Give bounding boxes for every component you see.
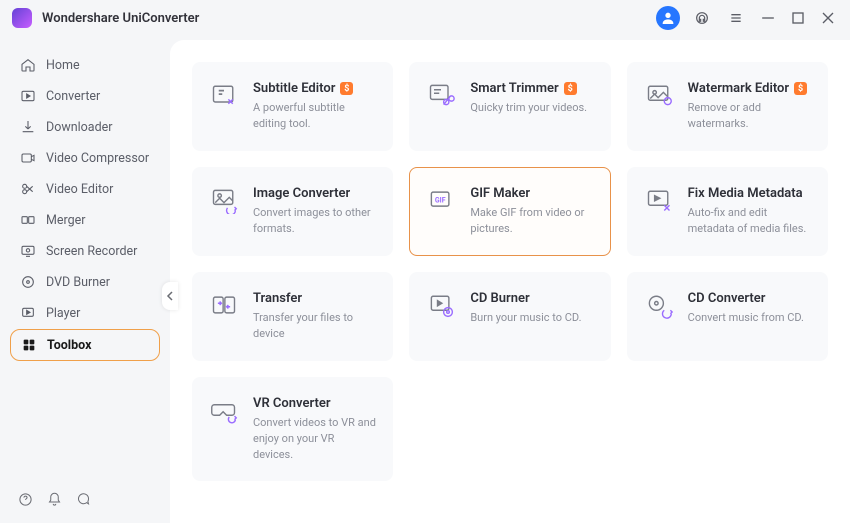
maximize-button[interactable] bbox=[788, 8, 808, 28]
premium-badge: $ bbox=[340, 82, 353, 95]
tool-title: GIF Maker bbox=[470, 186, 530, 201]
cd-converter-icon bbox=[644, 291, 674, 321]
tool-desc: Auto-fix and edit metadata of media file… bbox=[688, 205, 811, 237]
trimmer-icon bbox=[426, 81, 456, 111]
sidebar-item-label: Video Editor bbox=[46, 182, 113, 197]
feedback-icon[interactable] bbox=[76, 492, 91, 507]
tool-title: Fix Media Metadata bbox=[688, 186, 803, 201]
content-area: Subtitle Editor $ A powerful subtitle edit… bbox=[170, 40, 850, 523]
footer-icons bbox=[10, 486, 160, 513]
help-icon[interactable] bbox=[18, 492, 33, 507]
tool-title: Subtitle Editor bbox=[253, 81, 335, 96]
sidebar-item-label: Player bbox=[46, 306, 80, 321]
sidebar-item-video-editor[interactable]: Video Editor bbox=[10, 174, 160, 204]
tool-card-cd-converter[interactable]: CD Converter Convert music from CD. bbox=[627, 272, 828, 361]
tool-card-vr-converter[interactable]: VR Converter Convert videos to VR and enj… bbox=[192, 377, 393, 482]
sidebar-item-converter[interactable]: Converter bbox=[10, 81, 160, 111]
tool-desc: Convert images to other formats. bbox=[253, 205, 376, 237]
tool-card-watermark-editor[interactable]: Watermark Editor $ Remove or add watermark… bbox=[627, 62, 828, 151]
tool-card-image-converter[interactable]: Image Converter Convert images to other f… bbox=[192, 167, 393, 256]
tool-desc: Burn your music to CD. bbox=[470, 310, 593, 326]
sidebar-item-label: Merger bbox=[46, 213, 86, 228]
tool-desc: Convert music from CD. bbox=[688, 310, 811, 326]
sidebar-item-label: Video Compressor bbox=[46, 151, 149, 166]
subtitle-icon bbox=[209, 81, 239, 111]
sidebar-item-video-compressor[interactable]: Video Compressor bbox=[10, 143, 160, 173]
tool-card-smart-trimmer[interactable]: Smart Trimmer $ Quicky trim your videos. bbox=[409, 62, 610, 151]
tool-card-fix-metadata[interactable]: Fix Media Metadata Auto-fix and edit meta… bbox=[627, 167, 828, 256]
tool-card-subtitle-editor[interactable]: Subtitle Editor $ A powerful subtitle edit… bbox=[192, 62, 393, 151]
sidebar-item-label: Screen Recorder bbox=[46, 244, 137, 259]
tool-desc: Transfer your files to device bbox=[253, 310, 376, 342]
metadata-icon bbox=[644, 186, 674, 216]
menu-icon[interactable] bbox=[724, 6, 748, 30]
tool-title: Smart Trimmer bbox=[470, 81, 558, 96]
watermark-icon bbox=[644, 81, 674, 111]
sidebar-item-downloader[interactable]: Downloader bbox=[10, 112, 160, 142]
sidebar-item-label: Home bbox=[46, 58, 80, 73]
tool-card-cd-burner[interactable]: CD Burner Burn your music to CD. bbox=[409, 272, 610, 361]
sidebar-item-label: Converter bbox=[46, 89, 100, 104]
sidebar-item-home[interactable]: Home bbox=[10, 50, 160, 80]
tool-title: CD Converter bbox=[688, 291, 766, 306]
image-converter-icon bbox=[209, 186, 239, 216]
bell-icon[interactable] bbox=[47, 492, 62, 507]
tool-desc: Quicky trim your videos. bbox=[470, 100, 593, 116]
sidebar-item-screen-recorder[interactable]: Screen Recorder bbox=[10, 236, 160, 266]
tool-desc: Convert videos to VR and enjoy on your V… bbox=[253, 415, 376, 463]
tool-card-transfer[interactable]: Transfer Transfer your files to device bbox=[192, 272, 393, 361]
app-logo bbox=[12, 8, 32, 28]
collapse-sidebar-button[interactable] bbox=[162, 282, 178, 310]
transfer-icon bbox=[209, 291, 239, 321]
sidebar: Home Converter Downloader Video Compress… bbox=[0, 36, 170, 523]
sidebar-item-label: Toolbox bbox=[47, 338, 91, 353]
tool-desc: Remove or add watermarks. bbox=[688, 100, 811, 132]
premium-badge: $ bbox=[564, 82, 577, 95]
app-name: Wondershare UniConverter bbox=[42, 11, 656, 26]
close-button[interactable] bbox=[818, 8, 838, 28]
sidebar-item-label: DVD Burner bbox=[46, 275, 110, 290]
tool-title: Image Converter bbox=[253, 186, 350, 201]
sidebar-item-player[interactable]: Player bbox=[10, 298, 160, 328]
svg-text:GIF: GIF bbox=[435, 197, 446, 205]
tool-title: Transfer bbox=[253, 291, 302, 306]
vr-icon bbox=[209, 396, 239, 426]
sidebar-item-merger[interactable]: Merger bbox=[10, 205, 160, 235]
premium-badge: $ bbox=[794, 82, 807, 95]
tool-title: VR Converter bbox=[253, 396, 331, 411]
tool-title: CD Burner bbox=[470, 291, 529, 306]
sidebar-item-dvd-burner[interactable]: DVD Burner bbox=[10, 267, 160, 297]
cd-burner-icon bbox=[426, 291, 456, 321]
gif-icon: GIF bbox=[426, 186, 456, 216]
sidebar-item-toolbox[interactable]: Toolbox bbox=[10, 329, 160, 361]
minimize-button[interactable] bbox=[758, 8, 778, 28]
tool-card-gif-maker[interactable]: GIF GIF Maker Make GIF from video or pict… bbox=[409, 167, 610, 256]
account-icon[interactable] bbox=[656, 6, 680, 30]
support-icon[interactable] bbox=[690, 6, 714, 30]
tool-title: Watermark Editor bbox=[688, 81, 789, 96]
titlebar: Wondershare UniConverter bbox=[0, 0, 850, 36]
tool-desc: A powerful subtitle editing tool. bbox=[253, 100, 376, 132]
tool-desc: Make GIF from video or pictures. bbox=[470, 205, 593, 237]
sidebar-item-label: Downloader bbox=[46, 120, 113, 135]
